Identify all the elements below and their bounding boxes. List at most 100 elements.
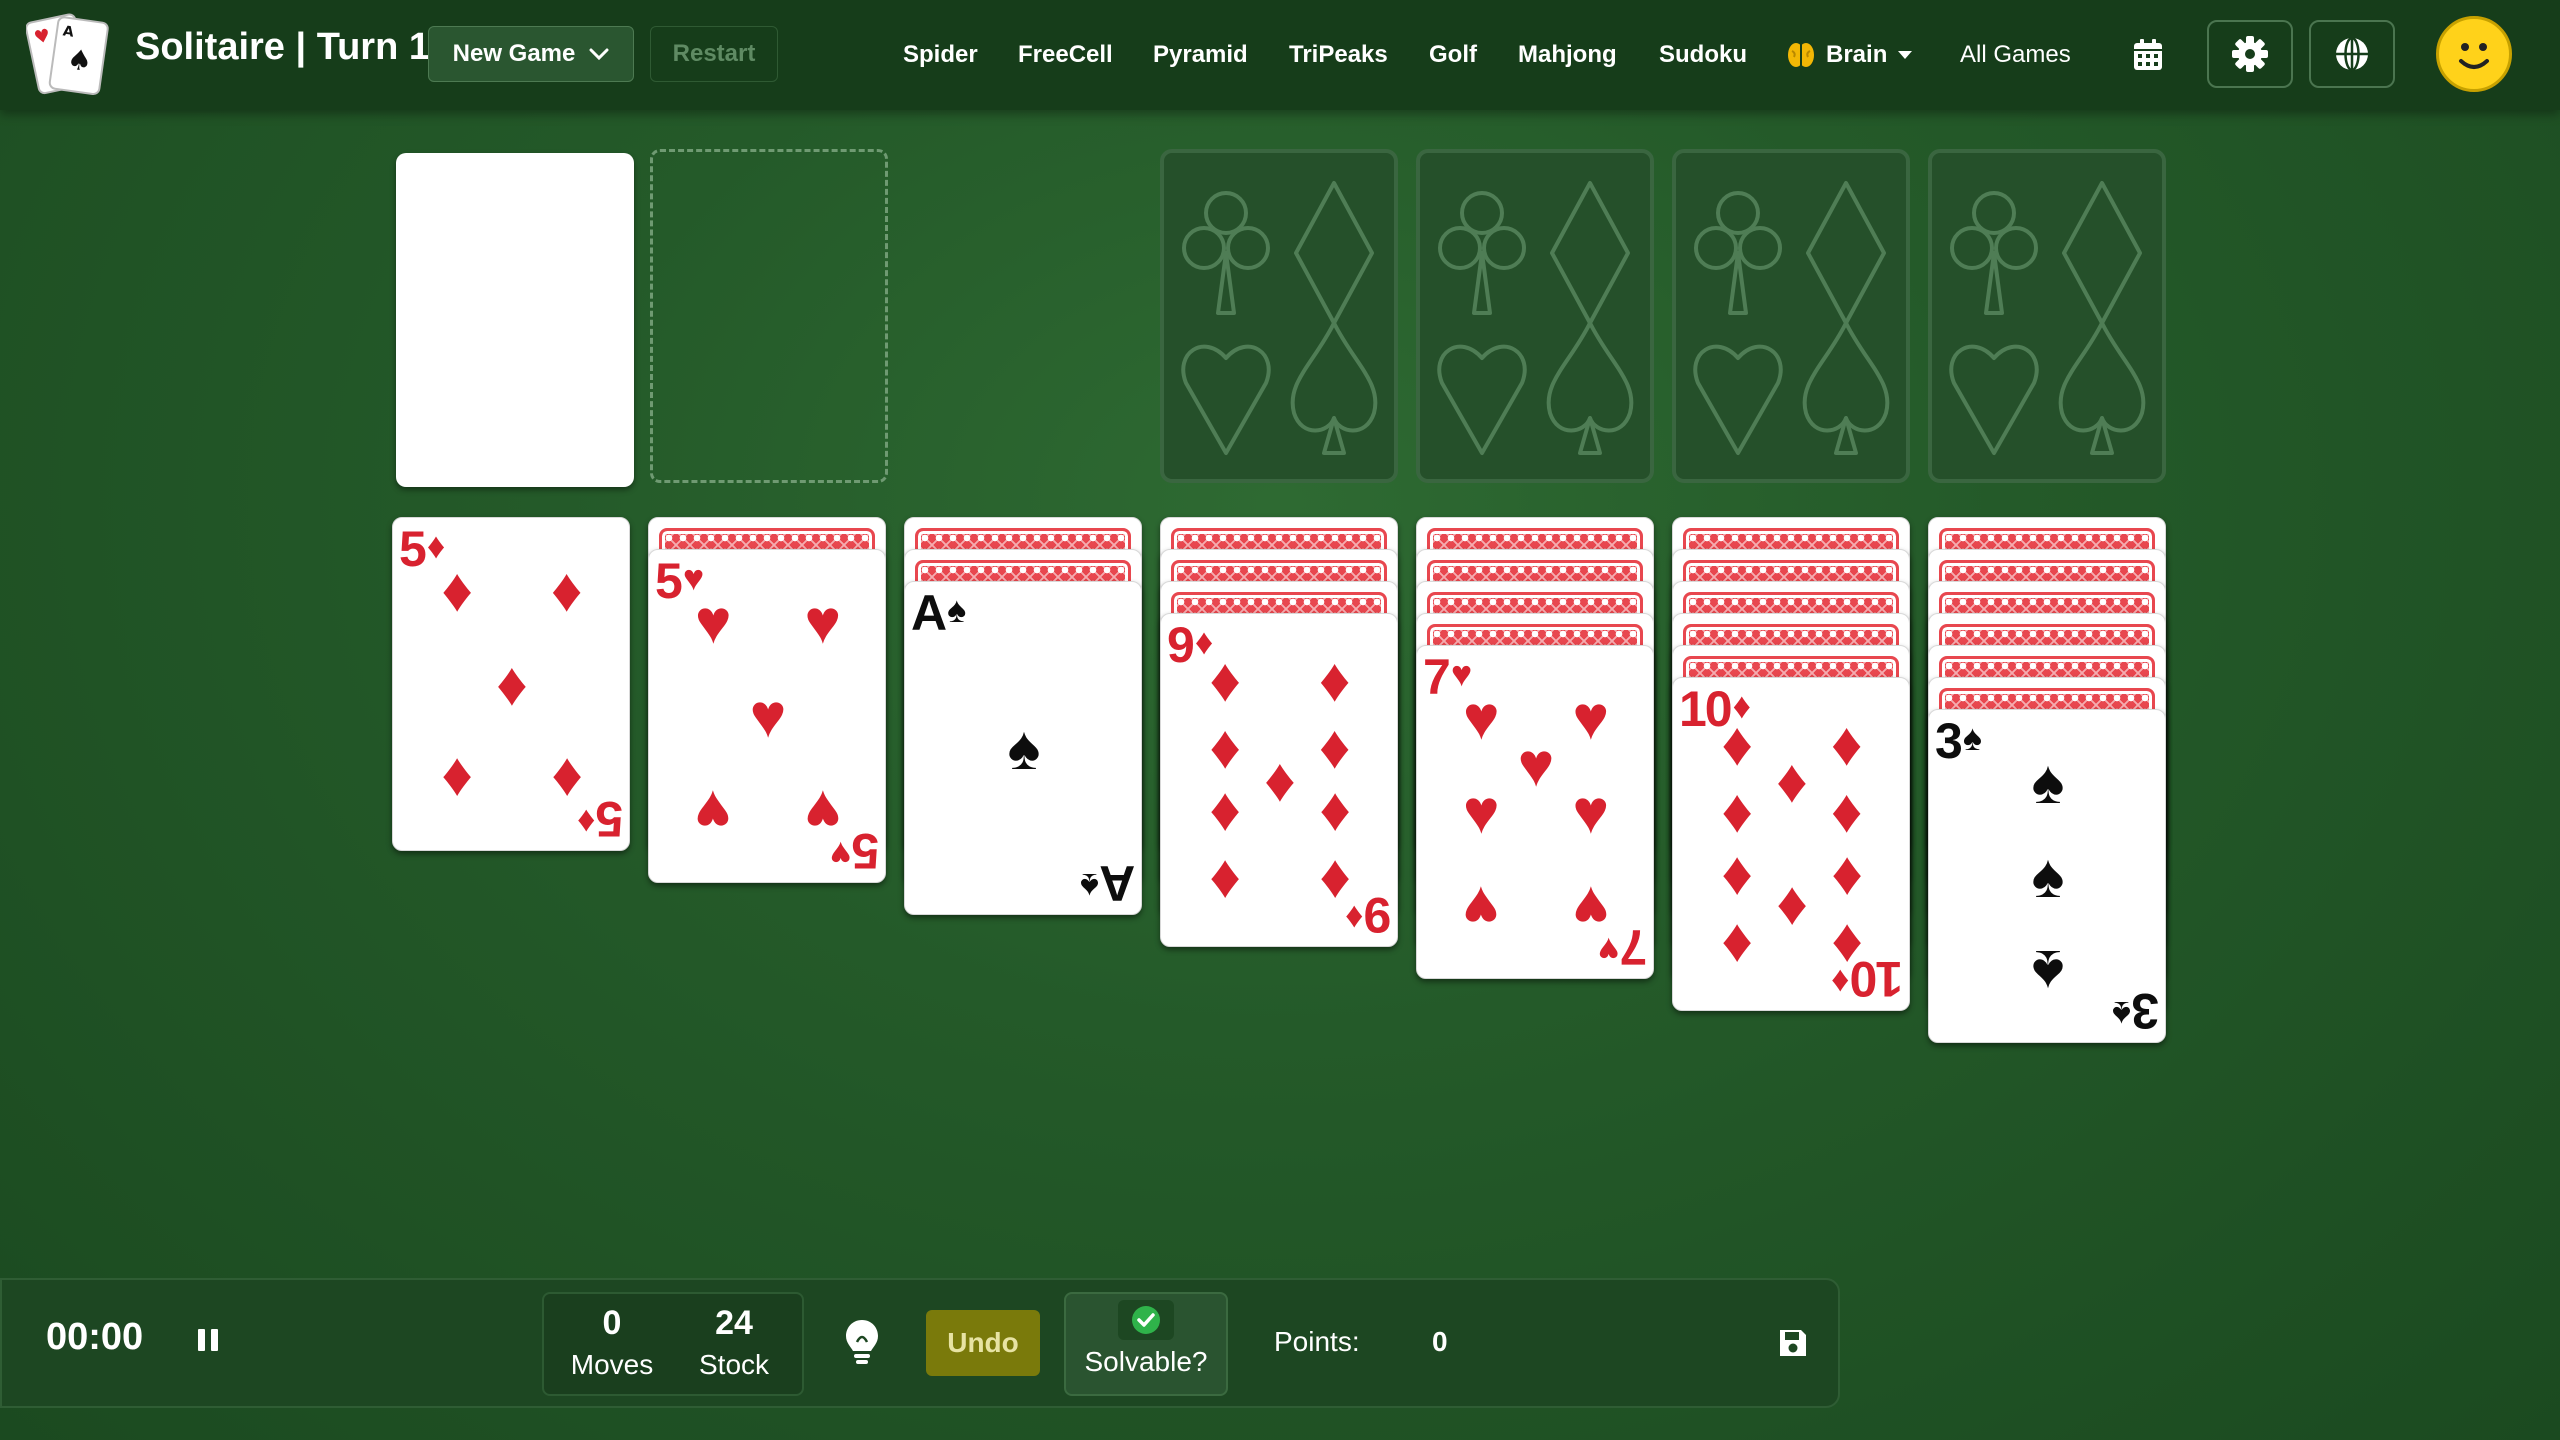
solvable-status <box>1118 1300 1174 1340</box>
suit-pip-icon: ♥ <box>1572 872 1610 942</box>
brain-icon <box>1788 43 1814 67</box>
suit-pip-icon: ♦ <box>1318 847 1351 917</box>
bottom-bar: 00:00 0 Moves 24 Stock Undo Solvable? Po… <box>0 1278 1840 1408</box>
solvable-button[interactable]: Solvable? <box>1064 1292 1228 1396</box>
card-corner-bottom: 9 ♦ <box>1347 887 1391 943</box>
nav-brain-label: Brain <box>1826 41 1888 68</box>
logo-icon[interactable]: ♥ A ♠ <box>26 8 112 100</box>
suit-pip-icon: ♥ <box>1572 778 1610 847</box>
stock-label: Stock <box>698 1349 770 1380</box>
suit-pip-icon: ♦ <box>1721 911 1754 981</box>
suit-pip-icon: ♥ <box>1462 778 1500 847</box>
card-rank: 7 <box>1423 649 1451 705</box>
foundation-slot-4[interactable] <box>1928 149 2166 483</box>
suit-pip-icon: ♦ <box>1209 712 1242 782</box>
suit-pip-icon: ♦ <box>496 650 528 719</box>
nav-brain-dropdown[interactable]: Brain <box>1786 0 1913 110</box>
gear-icon <box>2232 36 2268 72</box>
suit-pip-icon: ♥ <box>1462 872 1500 942</box>
suit-pip-icon: ♦ <box>441 556 474 626</box>
smiley-icon <box>2459 43 2489 69</box>
tableau-card-col-3[interactable]: A ♠ A ♠ ♠ <box>904 581 1142 915</box>
suit-pip-icon: ♦ <box>550 744 583 814</box>
restart-button[interactable]: Restart <box>650 26 778 82</box>
save-icon[interactable] <box>1778 1328 1808 1358</box>
nav-freecell[interactable]: FreeCell <box>1018 0 1113 110</box>
svg-text:♠: ♠ <box>65 42 94 78</box>
foundation-slot-3[interactable] <box>1672 149 1910 483</box>
card-rank: 5 <box>399 521 427 577</box>
points-value: 0 <box>1432 1326 1448 1357</box>
suit-pip-icon: ♠ <box>2031 748 2065 818</box>
suit-pip-icon: ♦ <box>1830 709 1863 779</box>
suits-outline-icon <box>1437 181 1634 455</box>
suit-pip-icon: ♠ <box>2031 936 2065 1006</box>
moves-label: Moves <box>570 1349 654 1380</box>
nav-mahjong[interactable]: Mahjong <box>1518 0 1617 110</box>
suit-pip-icon: ♦ <box>441 744 474 814</box>
suit-pip-icon: ♥ <box>1517 731 1555 801</box>
new-game-label: New Game <box>452 40 576 67</box>
suit-pip-icon: ♦ <box>1830 844 1863 914</box>
suit-pip-icon: ♦ <box>1318 712 1351 782</box>
hint-lightbulb-icon[interactable] <box>844 1318 880 1366</box>
card-corner-bottom: A ♠ <box>1082 855 1135 911</box>
nav-golf[interactable]: Golf <box>1429 0 1477 110</box>
suit-pip-icon: ♦ <box>1209 645 1242 715</box>
pause-icon[interactable] <box>198 1324 224 1356</box>
card-corner-top: A ♠ <box>911 585 966 641</box>
suit-pip-icon: ♦ <box>1830 911 1863 981</box>
calendar-icon[interactable] <box>2132 38 2164 72</box>
suit-pip-icon: ♦ <box>1209 780 1242 850</box>
suit-pip-icon: ♦ <box>1318 645 1351 715</box>
solvable-label: Solvable? <box>1084 1346 1208 1377</box>
nav-spider[interactable]: Spider <box>903 0 978 110</box>
suit-pip-icon: ♦ <box>1776 874 1808 944</box>
suit-pip-icon: ♦ <box>1721 709 1754 779</box>
timer: 00:00 <box>46 1316 144 1358</box>
stock-value: 24 <box>715 1304 753 1342</box>
suit-pip-icon: ♦ <box>1721 776 1754 846</box>
suit-pip-icon: ♠ <box>1007 714 1041 783</box>
suit-pip-icon: ♦ <box>1721 844 1754 914</box>
language-button[interactable] <box>2309 20 2395 88</box>
caret-down-icon <box>1898 51 1913 59</box>
card-corner-bottom: 5 ♦ <box>579 791 623 847</box>
suit-pip-icon: ♥ <box>749 682 787 751</box>
undo-button[interactable]: Undo <box>926 1310 1040 1376</box>
globe-icon <box>2336 36 2368 72</box>
card-rank: 5 <box>853 823 879 879</box>
nav-pyramid[interactable]: Pyramid <box>1153 0 1248 110</box>
foundation-slot-2[interactable] <box>1416 149 1654 483</box>
tableau-card-col-2[interactable]: 5 ♥ 5 ♥ ♥ ♥ ♥ ♥ ♥ <box>648 549 886 883</box>
tableau-card-col-5[interactable]: 7 ♥ 7 ♥ ♥ ♥ ♥ ♥ ♥ ♥ ♥ <box>1416 645 1654 979</box>
settings-button[interactable] <box>2207 20 2293 88</box>
stock-pile[interactable] <box>396 153 634 487</box>
suit-pip-icon: ♥ <box>694 588 732 658</box>
points-label: Points: <box>1274 1326 1360 1357</box>
card-rank: 5 <box>655 553 683 609</box>
suits-outline-icon <box>1949 181 2146 455</box>
user-avatar[interactable] <box>2436 16 2512 92</box>
card-suit: ♠ <box>947 589 966 630</box>
foundation-slot-1[interactable] <box>1160 149 1398 483</box>
tableau-card-col-4[interactable]: 9 ♦ 9 ♦ ♦ ♦ ♦ ♦ ♦ ♦ ♦ ♦ ♦ <box>1160 613 1398 947</box>
card-suit: ♠ <box>2114 994 2132 1035</box>
suit-pip-icon: ♥ <box>1572 684 1610 754</box>
nav-sudoku[interactable]: Sudoku <box>1659 0 1747 110</box>
new-game-button[interactable]: New Game <box>428 26 634 82</box>
tableau-card-col-1[interactable]: 5 ♦ 5 ♦ ♦ ♦ ♦ ♦ ♦ <box>392 517 630 851</box>
tableau-card-col-7[interactable]: 3 ♠ 3 ♠ ♠ ♠ ♠ <box>1928 709 2166 1043</box>
card-rank: A <box>911 585 947 641</box>
waste-slot[interactable] <box>650 149 888 483</box>
nav-all-games[interactable]: All Games <box>1960 0 2071 110</box>
card-rank: 9 <box>1167 617 1195 673</box>
card-corner-bottom: 3 ♠ <box>2114 983 2159 1039</box>
suit-pip-icon: ♦ <box>1209 847 1242 917</box>
chevron-down-icon <box>589 48 609 60</box>
tableau-card-col-6[interactable]: 10 ♦ 10 ♦ ♦ ♦ ♦ ♦ ♦ ♦ ♦ ♦ ♦ ♦ <box>1672 677 1910 1011</box>
card-corner-top: 5 ♦ <box>399 521 445 577</box>
card-rank: 3 <box>1935 713 1963 769</box>
nav-tripeaks[interactable]: TriPeaks <box>1289 0 1388 110</box>
suit-pip-icon: ♠ <box>2031 842 2065 911</box>
